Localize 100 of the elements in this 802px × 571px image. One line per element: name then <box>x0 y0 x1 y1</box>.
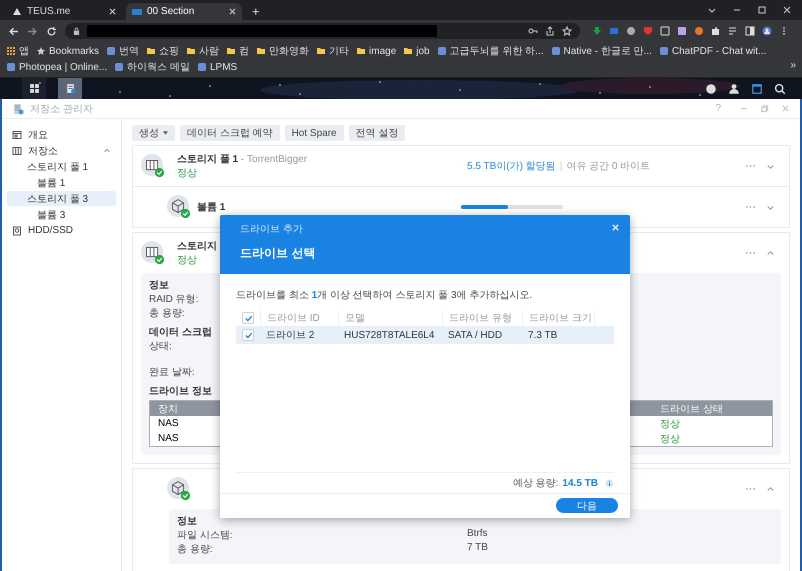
section-title: 드라이브 정보 <box>149 385 212 398</box>
bookmark[interactable]: 컴 <box>226 44 250 58</box>
info-icon[interactable] <box>605 478 614 488</box>
key-icon[interactable] <box>528 26 538 36</box>
more-icon[interactable] <box>745 164 756 168</box>
bookmark[interactable]: job <box>403 44 430 58</box>
more-icon[interactable] <box>745 251 756 255</box>
drive-row[interactable]: 드라이브 2 HUS728T8TALE6L4 SATA / HDD 7.3 TB <box>236 327 614 344</box>
folder-icon <box>356 46 366 56</box>
chevron-icon[interactable] <box>103 146 111 154</box>
toolbar-button[interactable]: 전역 설정 <box>348 125 406 141</box>
bookmark[interactable]: 앱 <box>6 44 29 58</box>
bookmark[interactable]: Bookmarks <box>36 44 100 58</box>
sidebar-item[interactable]: 스토리지 풀 1 <box>7 159 116 174</box>
close-icon[interactable] <box>782 5 792 15</box>
info-value: 7 TB <box>467 542 489 555</box>
sidebar-item[interactable]: 볼륨 3 <box>7 207 116 222</box>
table-cell-text: 드라이브 2 <box>265 329 316 342</box>
info-label: 총 용량: <box>177 543 214 556</box>
puzzle-icon[interactable] <box>711 26 721 36</box>
apps-icon <box>6 46 16 56</box>
section-title: 정보 <box>149 279 169 292</box>
user-icon[interactable] <box>728 82 740 94</box>
site-icon <box>658 46 669 56</box>
bookmark[interactable]: image <box>356 44 396 58</box>
playlist-icon[interactable] <box>728 26 738 36</box>
next-button[interactable]: 다음 <box>556 498 618 513</box>
star-icon <box>36 46 46 56</box>
table-cell-text: NAS <box>158 433 180 444</box>
browser-tab[interactable]: 00 Section <box>126 3 242 20</box>
more-bookmarks-button[interactable]: » <box>790 60 796 74</box>
sidebar-item[interactable]: 볼륨 1 <box>7 175 116 190</box>
chat-icon[interactable] <box>705 82 717 94</box>
sidebar-item[interactable]: 저장소 <box>7 143 116 158</box>
forward-icon[interactable] <box>27 26 38 36</box>
info-label: 상태: <box>149 340 172 353</box>
bookmark[interactable]: 고급두뇌를 위한 하... <box>436 44 544 58</box>
storage-app-button[interactable] <box>58 78 82 99</box>
instruction-text: 드라이브를 최소 1개 이상 선택하여 스토리지 풀 3에 추가하십시오. <box>236 289 534 302</box>
more-icon[interactable] <box>745 205 756 209</box>
column-header: 드라이브 상태 <box>660 402 723 416</box>
chevron-icon[interactable] <box>766 248 775 258</box>
bookmark[interactable]: Photopea | Online... <box>6 60 108 74</box>
site-icon <box>197 62 207 72</box>
status-text: 정상 <box>177 167 197 180</box>
site-icon <box>436 46 447 56</box>
sidebar-item[interactable]: HDD/SSD <box>7 223 116 238</box>
sidebar-item[interactable]: 개요 <box>7 127 116 142</box>
bookmark[interactable]: 만화영화 <box>256 44 310 58</box>
folder-icon <box>256 46 266 56</box>
pool-status-icon <box>141 154 165 178</box>
new-tab-button[interactable]: + <box>246 3 266 20</box>
reload-icon[interactable] <box>46 26 57 36</box>
column-header: 드라이브 크기 <box>522 310 594 326</box>
search-icon[interactable] <box>774 82 786 94</box>
bookmark[interactable]: Native - 한글로 만... <box>550 44 652 58</box>
row-checkbox[interactable] <box>242 329 254 341</box>
toolbar-button[interactable]: Hot Spare <box>284 125 344 141</box>
table-cell-text: HUS728T8TALE6L4 <box>343 330 436 340</box>
folder-icon <box>186 46 196 56</box>
bookmark[interactable]: LPMS <box>197 60 238 74</box>
tab-title: TEUS.me <box>27 6 72 17</box>
bookmark[interactable]: ChatPDF - Chat wit... <box>658 44 766 58</box>
info-value: Btrfs <box>467 528 489 541</box>
sidebar-item[interactable]: 스토리지 풀 3 <box>7 191 116 206</box>
share-icon[interactable] <box>545 26 555 36</box>
bookmark[interactable]: 기타 <box>316 44 350 58</box>
folder-icon <box>146 46 156 56</box>
select-all-checkbox[interactable] <box>242 312 254 324</box>
close-icon[interactable] <box>109 8 116 15</box>
column-header: 모델 <box>338 310 442 326</box>
bookmark[interactable]: 하이웍스 메일 <box>114 60 190 74</box>
storage-app-icon <box>12 102 24 114</box>
address-field[interactable] <box>65 23 580 39</box>
lock-icon <box>73 26 80 36</box>
bookmark[interactable]: 사람 <box>186 44 220 58</box>
close-icon[interactable] <box>229 8 236 15</box>
more-icon[interactable] <box>745 487 756 491</box>
hdd-icon <box>12 226 22 236</box>
site-icon <box>106 46 116 56</box>
section-title: 정보 <box>177 515 197 528</box>
toolbar-button[interactable]: 데이터 스크럽 예약 <box>180 125 280 141</box>
back-icon[interactable] <box>8 26 19 36</box>
bookmark[interactable]: 번역 <box>106 44 140 58</box>
allocated-text: 5.5 TB이(가) 할당됨 <box>467 160 556 173</box>
table-cell-text: 7.3 TB <box>527 330 558 340</box>
overview-icon <box>12 130 22 140</box>
browser-tab[interactable]: TEUS.me <box>6 3 122 20</box>
toolbar-button[interactable]: 생성 <box>132 125 175 141</box>
chevron-icon[interactable] <box>766 484 775 494</box>
maximize-icon[interactable] <box>757 5 767 15</box>
bookmark[interactable]: 쇼핑 <box>146 44 180 58</box>
column-header: 드라이브 ID <box>260 310 338 326</box>
table-cell-text: SATA / HDD <box>447 330 504 340</box>
star-icon[interactable] <box>562 26 572 36</box>
sidebar-icon[interactable] <box>745 26 755 36</box>
avatar-icon[interactable] <box>762 26 772 36</box>
main-menu-button[interactable] <box>22 78 46 99</box>
estimate-label: 예상 용량: <box>512 477 558 490</box>
info-label: RAID 유형: <box>149 293 198 306</box>
